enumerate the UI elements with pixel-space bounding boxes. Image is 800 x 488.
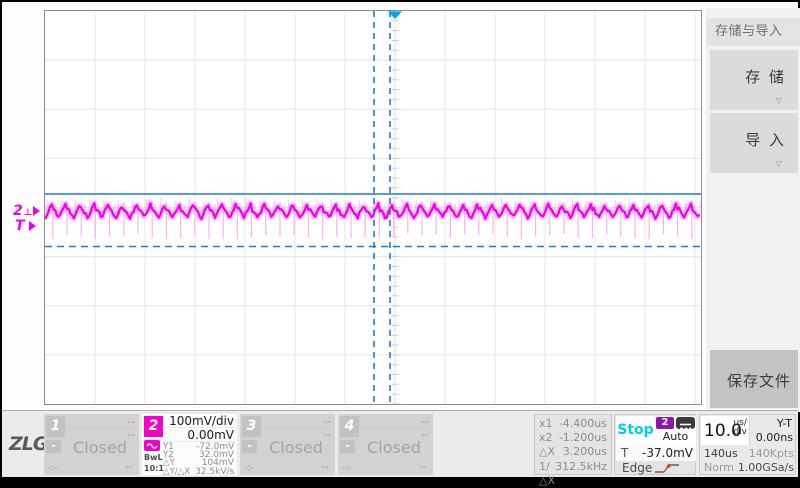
waveform-display[interactable]	[44, 10, 702, 405]
trigger-level-value: -37.0mV	[642, 446, 693, 460]
acquisition-mode: Norm	[704, 461, 735, 474]
store-button-label: 存 储	[745, 68, 786, 86]
memory-depth: 140Kpts	[748, 447, 794, 460]
channel4-status: Closed	[367, 438, 421, 457]
channel1-status: Closed	[73, 438, 127, 457]
cursor-x2-value: -1.200us	[558, 431, 607, 445]
channel2-scale: 100mV/div 0.00mV	[162, 414, 234, 442]
store-button[interactable]: 存 储 ▽	[710, 50, 798, 110]
import-button[interactable]: 导 入 ▽	[710, 113, 798, 173]
ac-coupling-icon	[144, 440, 160, 451]
storage-menu-panel: 存储与导入 存 储 ▽ 导 入 ▽ 保存文件	[706, 8, 800, 412]
channel4-extra: --	[419, 460, 427, 473]
channel2-volts-per-div: 100mV/div	[162, 414, 234, 428]
timebase-unit: us/div	[733, 418, 747, 437]
trigger-source-badge: 2	[656, 417, 674, 429]
cursor-x1-value: -4.400us	[558, 417, 607, 430]
scope-screen: 2⊥ T 存储与导入 存 储 ▽ 导 入 ▽ 保存文件 ZLG® 1 ---- …	[2, 2, 800, 487]
cursor-x1-label: x1	[539, 417, 553, 430]
channel1-badge: 1	[46, 416, 65, 437]
channel1-block[interactable]: 1 -- -- - Closed -:- --	[44, 414, 139, 475]
trigger-marker-label: T	[15, 218, 25, 234]
cursor-freq-value: 312.5kHz	[555, 459, 607, 473]
channel3-badge: 3	[242, 416, 261, 437]
status-bar: ZLG® 1 ---- - Closed -:- -- 2 100mV/div …	[2, 410, 798, 487]
channel2-settings: BwL 10:1	[144, 440, 164, 473]
cursor-x2-label: x2	[539, 431, 553, 445]
channel2-measurements: Y1 -72.0mV Y2 32.0mV △Y 104mV △Y/△X 32.5kV/s	[163, 442, 235, 477]
channel2-marker-label: 2	[13, 203, 23, 219]
trigger-level-marker[interactable]: T	[15, 218, 36, 234]
chevron-down-icon: ▽	[775, 96, 782, 105]
trigger-type-label: Edge	[622, 461, 653, 475]
acquisition-mode-row: Norm 1.00GSa/s	[701, 461, 796, 475]
time-window: 140us	[704, 447, 738, 460]
channel4-block[interactable]: 4 -- -- - Closed -:- --	[338, 414, 433, 475]
channel2-offset: 0.00mV	[162, 428, 234, 442]
channel3-status: Closed	[269, 438, 323, 457]
trigger-panel: Stop 2 Auto T -37.0mV Edge	[614, 414, 696, 475]
trigger-type-row[interactable]: Edge	[616, 461, 696, 475]
channel1-probe: -:-	[48, 463, 58, 473]
channel2-probe-ratio: 10:1	[144, 464, 164, 473]
acquisition-window-row: 140us 140Kpts	[701, 446, 796, 461]
channel4-badge: 4	[340, 416, 359, 437]
channel1-extra: --	[125, 460, 133, 473]
channel2-position-marker[interactable]: 2 ⊥	[13, 203, 40, 219]
rising-edge-icon	[655, 463, 679, 473]
arrow-right-icon	[32, 206, 40, 216]
save-file-button-label: 保存文件	[726, 372, 791, 390]
channel3-extra: --	[321, 460, 329, 473]
chevron-down-icon: ▽	[775, 159, 782, 168]
storage-menu-title: 存储与导入	[706, 18, 800, 46]
channel4-coupling-icon: -	[340, 440, 355, 453]
channel2-badge: 2	[144, 416, 163, 437]
import-button-label: 导 入	[745, 131, 786, 149]
cursor-dx-value: 3.200us	[562, 445, 607, 459]
dc-coupling-icon	[676, 417, 695, 430]
trigger-level-row[interactable]: T -37.0mV	[616, 445, 696, 461]
channel2-block[interactable]: 2 100mV/div 0.00mV BwL 10:1 Y1 -72.0mV Y2 3…	[142, 414, 237, 477]
cursor-dx-label: △X	[539, 445, 555, 459]
display-mode-box[interactable]: Y-T 0.00ns	[751, 416, 795, 445]
waveform-svg	[45, 11, 701, 404]
sample-rate: 1.00GSa/s	[737, 461, 794, 474]
channel3-block[interactable]: 3 -- -- - Closed -:- --	[240, 414, 335, 475]
timebase-panel: 10.0 us/div Y-T 0.00ns 140us 140Kpts Nor…	[699, 414, 796, 475]
channel3-coupling-icon: -	[242, 440, 257, 453]
cursor-readout-panel: x1 -4.400us x2 -1.200us △X 3.200us 1/△X 312.…	[534, 414, 612, 487]
trigger-source-mode[interactable]: 2 Auto	[655, 416, 696, 445]
channel2-bandwidth-limit: BwL	[144, 453, 163, 462]
trigger-mode: Auto	[662, 430, 689, 443]
channel4-probe: -:-	[342, 463, 352, 473]
trigger-level-label: T	[621, 446, 629, 460]
horizontal-delay: 0.00ns	[755, 431, 793, 444]
channel3-probe: -:-	[244, 463, 254, 473]
channel1-coupling-icon: -	[46, 440, 61, 453]
cursor-freq-label: 1/△X	[539, 459, 555, 487]
channel2-measurement-row: △Y/△X 32.5kV/s	[163, 465, 235, 477]
display-mode: Y-T	[776, 417, 792, 430]
arrow-right-icon	[28, 221, 36, 231]
timebase-scale-button[interactable]: 10.0 us/div	[701, 416, 750, 445]
measurement-value: 32.5kV/s	[195, 465, 235, 477]
ground-icon: ⊥	[23, 208, 32, 218]
save-file-button[interactable]: 保存文件	[710, 350, 798, 408]
measurement-label: △Y/△X	[163, 466, 191, 477]
run-stop-button[interactable]: Stop	[616, 416, 655, 445]
